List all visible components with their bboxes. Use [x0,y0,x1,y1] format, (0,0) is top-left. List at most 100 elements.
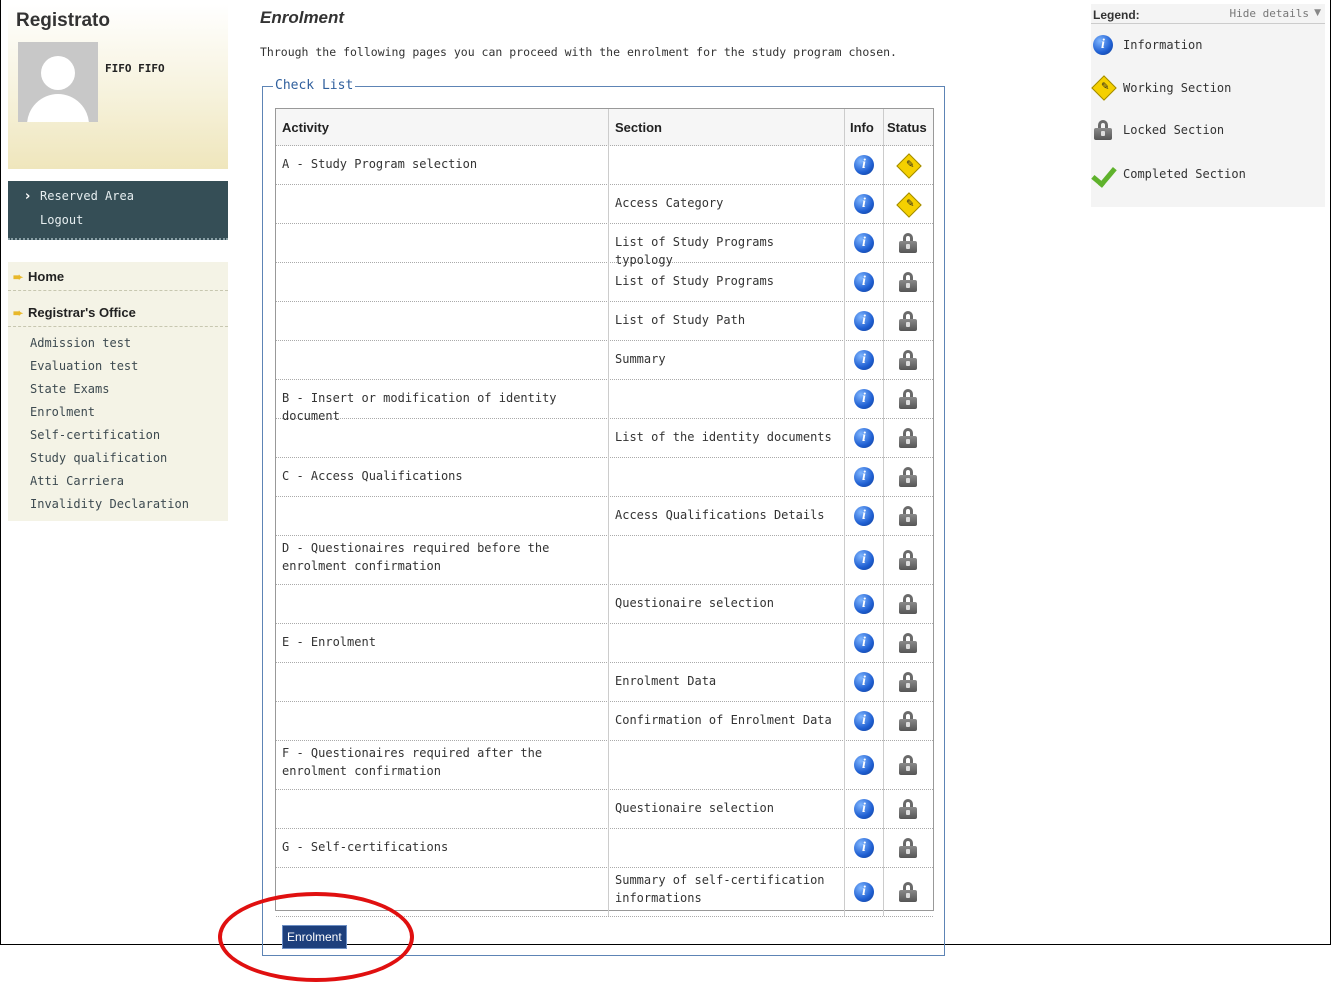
info-icon[interactable]: i [854,194,874,214]
table-row: List of the identity documents i [276,418,933,458]
info-icon[interactable]: i [854,550,874,570]
info-icon[interactable]: i [854,711,874,731]
info-icon[interactable]: i [854,633,874,653]
section-cell: Summary [615,352,666,366]
col-status: Status [887,120,927,135]
info-icon[interactable]: i [854,672,874,692]
table-row: List of Study Path i [276,301,933,341]
section-cell: Summary of self-certification informatio… [615,873,825,905]
working-icon: ✎ [1091,75,1117,101]
section-cell: Questionaire selection [615,596,774,610]
sidebar-nav: ➨ Home ➨ Registrar's Office Admission te… [8,262,228,521]
activity-cell: A - Study Program selection [282,157,478,171]
lock-icon [899,233,917,253]
info-icon[interactable]: i [854,755,874,775]
legend-locked: Locked Section [1123,123,1225,137]
info-icon[interactable]: i [854,467,874,487]
activity-cell: D - Questionaires required before the en… [282,541,550,573]
section-cell: Confirmation of Enrolment Data [615,713,832,727]
info-icon[interactable]: i [854,233,874,253]
table-row: D - Questionaires required before the en… [276,535,933,585]
col-activity: Activity [282,120,329,135]
lock-icon [899,506,917,526]
chevron-right-icon: › [25,189,31,204]
working-icon: ✎ [896,153,922,179]
legend-information: Information [1123,38,1203,52]
section-cell: Questionaire selection [615,801,774,815]
triangle-down-icon[interactable]: ▼ [1314,8,1321,18]
lock-icon [899,882,917,902]
table-header-row: Activity Section Info Status [276,109,933,146]
section-cell: Access Category [615,196,724,210]
section-cell: List of Study Path [615,313,746,327]
checklist-table: Activity Section Info Status A - Study P… [275,108,934,917]
check-icon [1093,163,1119,181]
nav-self-certification[interactable]: Self-certification [30,428,160,442]
legend-panel: Legend: Hide details ▼ i Information ✎ W… [1091,4,1325,207]
nav-atti-carriera[interactable]: Atti Carriera [30,474,124,488]
nav-enrolment[interactable]: Enrolment [30,405,95,419]
table-row: Confirmation of Enrolment Data i [276,701,933,741]
user-box: Registrato FIFO FIFO [8,4,228,169]
table-row: F - Questionaires required after the enr… [276,740,933,790]
nav-invalidity-declaration[interactable]: Invalidity Declaration [30,497,189,511]
nav-evaluation-test[interactable]: Evaluation test [30,359,138,373]
activity-cell: G - Self-certifications [282,840,449,854]
info-icon[interactable]: i [854,882,874,902]
table-row: B - Insert or modification of identity d… [276,379,933,423]
working-icon: ✎ [896,192,922,218]
user-name: FIFO FIFO [105,62,165,75]
nav-registrar-office[interactable]: ➨ Registrar's Office [8,298,228,327]
page-section-title: Registrato [16,10,110,31]
info-icon[interactable]: i [854,350,874,370]
arrow-right-icon: ➨ [13,270,24,284]
table-row: A - Study Program selection i ✎ [276,145,933,185]
table-row: Summary of self-certification informatio… [276,867,933,917]
table-row: Access Qualifications Details i [276,496,933,536]
nav-state-exams[interactable]: State Exams [30,382,109,396]
lock-icon [899,467,917,487]
lock-icon [899,428,917,448]
table-row: List of Study Programs typology i [276,223,933,267]
reserved-area-link[interactable]: Reserved Area [40,189,134,203]
lock-icon [899,594,917,614]
table-row: Questionaire selection i [276,584,933,624]
info-icon[interactable]: i [854,389,874,409]
lock-icon [899,389,917,409]
table-row: G - Self-certifications i [276,828,933,868]
legend-completed: Completed Section [1123,167,1246,181]
logout-link[interactable]: Logout [40,213,83,227]
info-icon[interactable]: i [854,272,874,292]
table-row: Access Category i ✎ [276,184,933,224]
avatar [18,42,98,122]
arrow-right-icon: ➨ [13,306,24,320]
activity-cell: F - Questionaires required after the enr… [282,746,543,778]
nav-home[interactable]: ➨ Home [8,262,228,291]
legend-working: Working Section [1123,81,1232,95]
lock-icon [899,838,917,858]
info-icon[interactable]: i [854,799,874,819]
lock-icon [899,672,917,692]
lock-icon [899,311,917,331]
nav-registrar-label: Registrar's Office [28,305,136,320]
nav-study-qualification[interactable]: Study qualification [30,451,167,465]
lock-icon [899,550,917,570]
enrolment-button[interactable]: Enrolment [282,925,347,949]
info-icon[interactable]: i [854,838,874,858]
nav-admission-test[interactable]: Admission test [30,336,131,350]
hide-details-link[interactable]: Hide details [1230,7,1309,20]
info-icon[interactable]: i [854,428,874,448]
info-icon[interactable]: i [854,311,874,331]
table-row: List of Study Programs i [276,262,933,302]
col-info: Info [850,120,874,135]
lock-icon [899,799,917,819]
lock-icon [899,633,917,653]
table-row: Enrolment Data i [276,662,933,702]
intro-text: Through the following pages you can proc… [260,45,897,59]
info-icon[interactable]: i [854,594,874,614]
info-icon[interactable]: i [854,506,874,526]
info-icon[interactable]: i [854,155,874,175]
lock-icon [899,711,917,731]
lock-icon [899,272,917,292]
lock-icon [899,755,917,775]
